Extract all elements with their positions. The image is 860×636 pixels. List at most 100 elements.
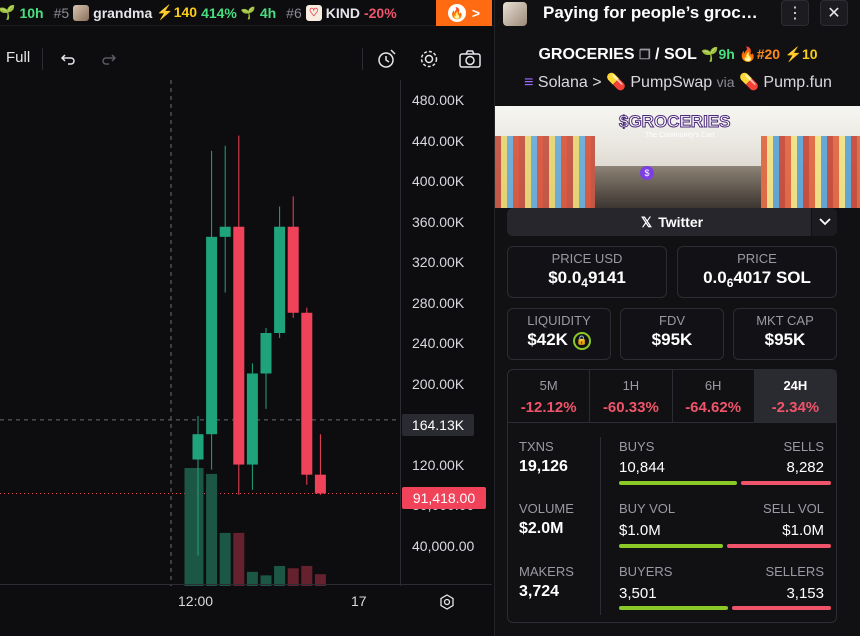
divider: [600, 437, 601, 615]
y-tick: 440.00K: [412, 132, 465, 149]
fdv-value: $95K: [651, 330, 693, 349]
volume-bar: [184, 468, 204, 586]
tab-5m[interactable]: 5M -12.12%: [508, 370, 591, 422]
chevron-down-icon: [818, 218, 831, 226]
price-usd-value: $0.049141: [548, 268, 626, 290]
volume-bar: [233, 532, 245, 586]
pair-quote: SOL: [663, 46, 697, 63]
buy-vol-value: $1.0M: [619, 522, 661, 539]
candle-body: [219, 226, 231, 237]
price-chart[interactable]: [0, 80, 400, 586]
twitter-button[interactable]: 𝕏 Twitter: [507, 208, 837, 236]
sellers-bar: [732, 606, 831, 610]
dex-link[interactable]: PumpSwap: [630, 74, 712, 91]
camera-icon[interactable]: [457, 46, 483, 72]
ticker-rank: #6: [286, 4, 302, 21]
sellers-value: 3,153: [786, 585, 824, 602]
x-tick: 12:00: [178, 593, 214, 609]
ticker-age: 4h: [259, 4, 277, 21]
more-menu-button[interactable]: ⋮: [781, 0, 809, 26]
full-button[interactable]: Full: [6, 49, 30, 66]
shelf-left: [495, 136, 595, 208]
y-tick: 400.00K: [412, 173, 465, 190]
tab-24h[interactable]: 24H -2.34%: [754, 370, 836, 422]
copy-icon[interactable]: ❐: [639, 47, 651, 62]
x-tick: 17: [351, 593, 367, 609]
timeframe-tabs: 5M -12.12% 1H -60.33% 6H -64.62% 24H -2.34%: [507, 369, 837, 423]
launchpad-link[interactable]: Pump.fun: [763, 74, 831, 91]
avatar: [503, 2, 527, 26]
undo-icon[interactable]: [55, 46, 81, 72]
fire-icon: 🔥: [739, 46, 757, 62]
close-button[interactable]: ✕: [820, 0, 848, 26]
sells-value: 8,282: [786, 459, 824, 476]
sell-vol-bar: [727, 544, 831, 548]
chevron-right-icon: >: [592, 74, 602, 91]
redo-icon[interactable]: [96, 46, 122, 72]
ticker-item[interactable]: 🌱 10h: [0, 4, 44, 21]
pill-icon: 💊: [606, 74, 626, 91]
gear-icon[interactable]: [416, 46, 442, 72]
txns-value: 19,126: [519, 458, 568, 475]
trade-stats: TXNS 19,126 BUYS 10,844 SELLS 8,282 VOLU…: [507, 423, 837, 623]
candle-body: [274, 226, 286, 333]
price-sol-value: 0.064017 SOL: [703, 268, 811, 290]
candle-body: [287, 226, 299, 313]
ticker-rank: #5: [53, 4, 70, 21]
pair-base: GROCERIES: [538, 46, 635, 63]
y-tick: 200.00K: [412, 375, 465, 392]
chart-settings-icon[interactable]: [438, 593, 456, 616]
leaf-icon: 🌱: [0, 4, 15, 21]
buy-vol-label: BUY VOL: [619, 501, 676, 516]
market-cap-value: $95K: [764, 330, 806, 349]
candle-body: [192, 434, 204, 460]
banner-title: $GROCERIES: [618, 112, 731, 132]
market-cap-label: MKT CAP: [756, 313, 814, 328]
socials-dropdown-button[interactable]: [811, 208, 837, 236]
fdv-label: FDV: [659, 313, 685, 328]
txns-label: TXNS: [519, 439, 554, 454]
buys-value: 10,844: [619, 459, 665, 476]
ticker-name: grandma: [93, 4, 153, 21]
solana-icon: ≡: [524, 74, 534, 91]
buy-vol-bar: [619, 544, 723, 548]
trending-button[interactable]: 🔥 >: [436, 0, 492, 26]
twitter-label: Twitter: [658, 214, 704, 230]
token-banner: $GROCERIES The Community's Cart $: [495, 106, 860, 208]
page-title: Paying for people’s groc…: [543, 3, 758, 22]
bolt-icon: ⚡: [784, 46, 802, 62]
divider: [42, 48, 43, 70]
alert-clock-icon[interactable]: [374, 46, 400, 72]
volume-value: $2.0M: [519, 520, 564, 537]
sell-vol-value: $1.0M: [782, 522, 824, 539]
y-tick: 280.00K: [412, 294, 465, 311]
sells-label: SELLS: [783, 439, 824, 454]
ticker-item-kind[interactable]: #6 ♡ KIND -20%: [286, 4, 397, 21]
y-tick: 480.00K: [412, 92, 465, 109]
ticker-name: KIND: [325, 4, 360, 21]
buys-label: BUYS: [619, 439, 655, 454]
crowd: [595, 166, 761, 208]
candle-body: [246, 373, 258, 465]
token-panel: Paying for people’s groc… ⋮ ✕ GROCERIES …: [494, 0, 860, 636]
makers-label: MAKERS: [519, 564, 574, 579]
ticker-item-grandma[interactable]: #5 grandma ⚡140 414% 🌱 4h: [53, 4, 277, 21]
y-tick: 320.00K: [412, 254, 465, 271]
ticker-age: 10h: [19, 4, 44, 21]
chain-link[interactable]: Solana: [538, 74, 588, 91]
y-tick: 360.00K: [412, 213, 465, 230]
y-tick: 240.00K: [412, 335, 465, 352]
coin-icon: $: [640, 166, 654, 180]
price-sol-label: PRICE: [737, 251, 777, 266]
divider: [362, 48, 363, 70]
price-sol-box: PRICE 0.064017 SOL: [677, 246, 837, 298]
x-axis-line: [0, 584, 492, 585]
candle-body: [314, 474, 326, 494]
y-tick: 40,000.00: [412, 537, 475, 554]
tab-1h[interactable]: 1H -60.33%: [590, 370, 673, 422]
tab-6h[interactable]: 6H -64.62%: [673, 370, 755, 422]
buys-bar: [619, 481, 737, 485]
sell-vol-label: SELL VOL: [763, 501, 824, 516]
pair-separator: /: [655, 46, 660, 63]
fire-icon: 🔥: [447, 4, 466, 22]
